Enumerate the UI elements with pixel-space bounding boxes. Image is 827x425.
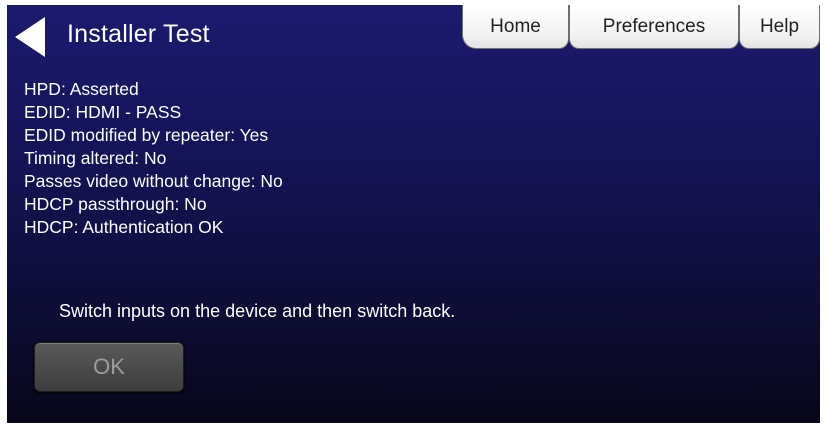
edid-modified-status: EDID modified by repeater: Yes	[24, 125, 269, 145]
hdcp-auth-status: HDCP: Authentication OK	[24, 217, 224, 237]
ok-button[interactable]: OK	[34, 342, 184, 392]
instruction-text: Switch inputs on the device and then swi…	[59, 301, 456, 321]
passes-video-status: Passes video without change: No	[24, 171, 283, 191]
tab-bar: Home Preferences Help	[452, 5, 820, 55]
tab-help[interactable]: Help	[739, 5, 820, 49]
timing-altered-status: Timing altered: No	[24, 148, 167, 168]
edid-status: EDID: HDMI - PASS	[24, 102, 182, 122]
page-title: Installer Test	[67, 20, 210, 48]
back-arrow-icon[interactable]	[15, 17, 45, 57]
tab-preferences[interactable]: Preferences	[569, 5, 739, 49]
tab-home[interactable]: Home	[462, 5, 569, 49]
hdcp-passthrough-status: HDCP passthrough: No	[24, 194, 207, 214]
test-results: HPD: Asserted EDID: HDMI - PASS EDID mod…	[24, 78, 283, 239]
installer-test-screen: Installer Test Home Preferences Help HPD…	[7, 5, 820, 423]
hpd-status: HPD: Asserted	[24, 79, 139, 99]
